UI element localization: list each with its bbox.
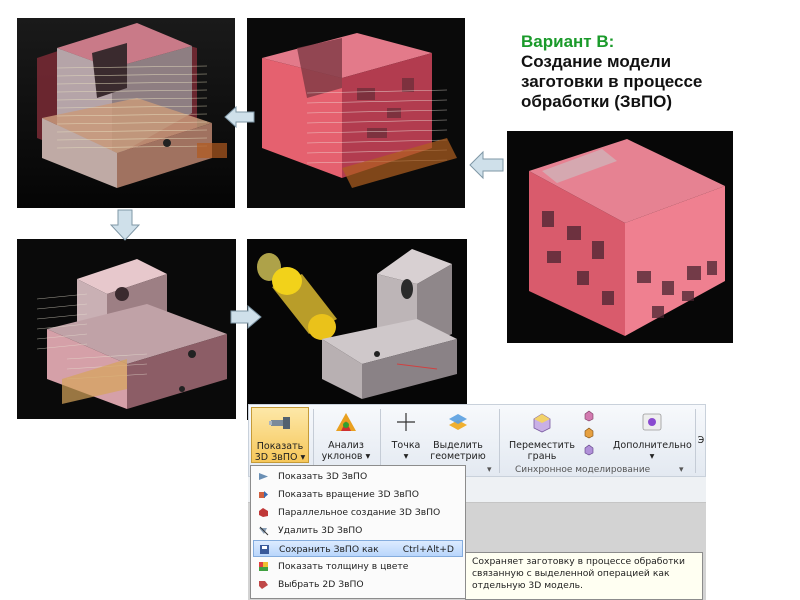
point-icon [397,413,415,431]
menu-item-select-2d-ipw[interactable]: Выбрать 2D ЗвПО [253,576,463,593]
menu-item-label: Выбрать 2D ЗвПО [278,579,364,590]
move-face-label-1: Переместить [509,440,575,451]
title-variant: Вариант В: [521,32,615,51]
group-dropdown-icon[interactable]: ▾ [679,465,684,475]
synchronous-modeling-group-label: Синхронное моделирование [515,465,651,475]
title-line-4: обработки (ЗвПО) [521,92,673,111]
sync-tool-icon[interactable] [583,427,595,439]
ipw-view-step-4 [17,239,236,419]
save-ipw-icon [260,545,269,554]
move-face-label-2: грань [527,451,557,462]
show-3d-ipw-label-2: 3D ЗвПО ▾ [254,452,306,463]
menu-item-label: Параллельное создание 3D ЗвПО [278,507,441,518]
rotate-ipw-icon [259,491,268,498]
show-3d-ipw-icon [269,417,290,429]
show-3d-ipw-menu: Показать 3D ЗвПО Показать вращение 3D Зв… [250,465,466,599]
menu-item-label: Показать 3D ЗвПО [278,471,368,482]
draft-analysis-button[interactable]: Анализ уклонов ▾ [315,407,377,463]
show-3d-ipw-label-1: Показать [256,441,304,452]
draft-analysis-label-1: Анализ [328,440,364,451]
show-3d-ipw-button[interactable]: Показать 3D ЗвПО ▾ [251,407,309,463]
group-dropdown-icon[interactable]: ▾ [487,465,492,475]
menu-item-shortcut: Ctrl+Alt+D [402,544,454,555]
title-line-2: Создание модели [521,52,672,71]
ipw-view-step-1 [507,131,733,343]
move-face-button[interactable]: Переместить грань [505,407,579,463]
arrow-left-icon [469,150,504,180]
draft-analysis-icon [336,413,356,431]
menu-item-save-ipw-as[interactable]: Сохранить ЗвПО как Ctrl+Alt+D [253,540,463,557]
sync-tool-icon[interactable] [583,410,595,422]
ipw-view-step-2 [247,18,465,208]
extract-geometry-icon [449,414,467,430]
show-ipw-icon [259,473,268,480]
extract-geometry-label-1: Выделить [433,440,483,451]
point-label: Точка [391,440,421,451]
ribbon-separator [380,409,381,473]
menu-item-show-ipw[interactable]: Показать 3D ЗвПО [253,468,463,485]
menu-item-label: Показать толщину в цвете [278,561,409,572]
point-button[interactable]: Точка ▾ [383,407,429,463]
truncated-button-label: Э [697,435,705,446]
title-line-3: заготовки в процессе [521,72,703,91]
save-ipw-tooltip: Сохраняет заготовку в процессе обработки… [465,552,703,600]
menu-item-thickness-color[interactable]: Показать толщину в цвете [253,558,463,575]
ribbon-separator [313,409,314,473]
parallel-ipw-icon [259,508,268,517]
move-face-icon [533,413,551,433]
sync-tool-icon[interactable] [583,444,595,456]
menu-item-label: Удалить 3D ЗвПО [278,525,363,536]
menu-item-label: Показать вращение 3D ЗвПО [278,489,419,500]
more-dropdown-icon: ▾ [649,451,655,462]
tooltip-line: связанную с выделенной операцией как [472,568,670,579]
tooltip-line: отдельную 3D модель. [472,580,583,591]
ribbon-separator [499,409,500,473]
select-2d-ipw-icon [259,581,268,589]
more-button[interactable]: Дополнительно ▾ [613,407,692,463]
menu-item-delete-ipw[interactable]: Удалить 3D ЗвПО [253,522,463,539]
menu-item-label: Сохранить ЗвПО как [279,544,379,555]
ipw-view-step-5 [247,239,467,420]
delete-ipw-icon [259,526,269,536]
arrow-down-icon [110,209,140,241]
slide-title: Вариант В: Создание модели заготовки в п… [521,32,791,112]
menu-item-rotate-ipw[interactable]: Показать вращение 3D ЗвПО [253,486,463,503]
tooltip-line: Сохраняет заготовку в процессе обработки [472,556,685,567]
arrow-left-icon [224,106,255,128]
extract-geometry-button[interactable]: Выделить геометрию ▾ [427,407,489,473]
more-label: Дополнительно [613,440,692,451]
ipw-view-step-3 [17,18,235,208]
ribbon-separator [695,409,696,473]
truncated-button[interactable]: Э [697,435,705,449]
more-icon [642,413,662,431]
draft-analysis-label-2: уклонов ▾ [321,451,371,462]
point-dropdown-icon: ▾ [403,451,409,462]
arrow-right-icon [230,305,262,329]
menu-item-parallel-ipw[interactable]: Параллельное создание 3D ЗвПО [253,504,463,521]
thickness-color-icon [259,562,268,571]
